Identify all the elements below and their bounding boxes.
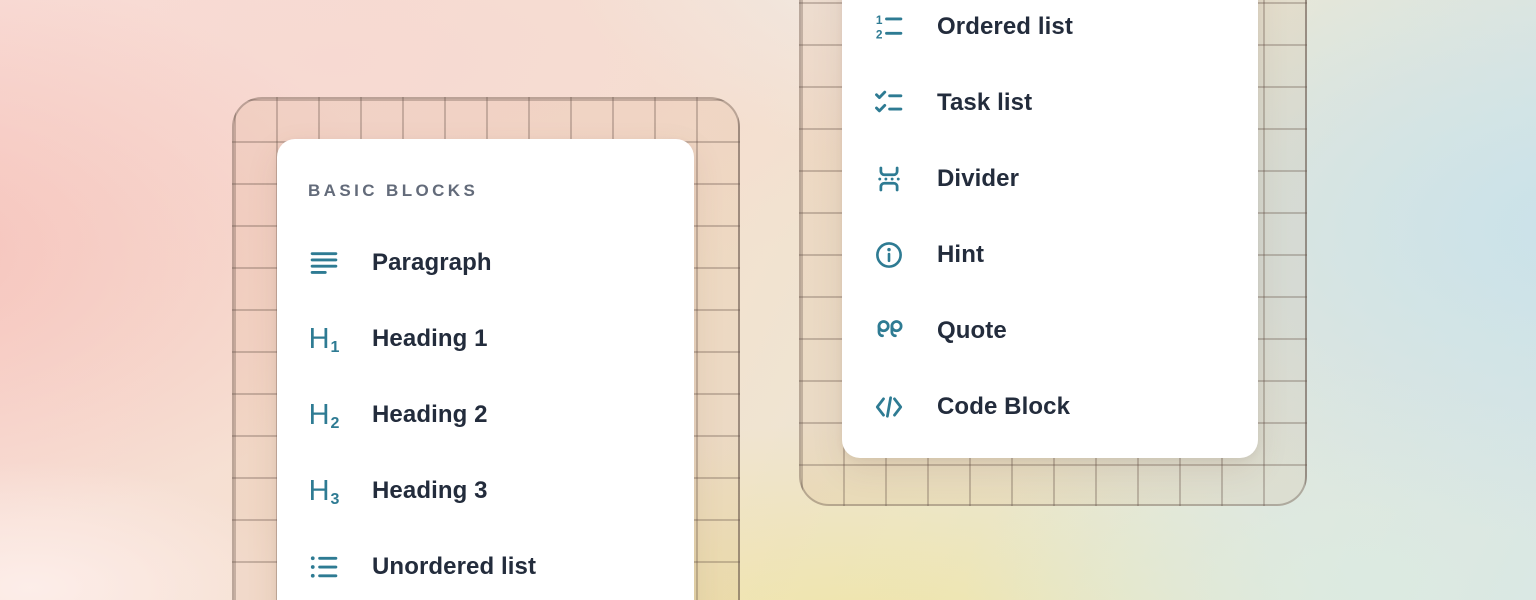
menu-item-label: Paragraph [372, 249, 492, 277]
ordered-list-icon: 1 2 [873, 10, 905, 44]
section-label: BASIC BLOCKS [308, 181, 694, 201]
menu-item-ordered-list[interactable]: 1 2 Ordered list [842, 0, 1258, 65]
menu-item-paragraph[interactable]: Paragraph [277, 225, 694, 301]
menu-item-label: Ordered list [937, 13, 1073, 41]
menu-item-hint[interactable]: Hint [842, 217, 1258, 293]
menu-item-quote[interactable]: Quote [842, 293, 1258, 369]
hero-background: BASIC BLOCKS Paragraph H1 Heading 1 H2 [0, 0, 1536, 600]
menu-item-label: Task list [937, 89, 1032, 117]
blocks-menu-card-right: 1 2 Ordered list Task list [842, 0, 1258, 458]
heading-3-icon: H3 [308, 474, 340, 508]
svg-text:2: 2 [876, 27, 883, 41]
menu-item-label: Heading 3 [372, 477, 488, 505]
quote-icon [873, 314, 905, 348]
paragraph-icon [308, 246, 340, 280]
menu-item-task-list[interactable]: Task list [842, 65, 1258, 141]
menu-rows-left: Paragraph H1 Heading 1 H2 Heading 2 H3 H… [277, 225, 694, 600]
menu-item-label: Heading 2 [372, 401, 488, 429]
menu-item-heading-2[interactable]: H2 Heading 2 [277, 377, 694, 453]
menu-item-heading-1[interactable]: H1 Heading 1 [277, 301, 694, 377]
unordered-list-icon [308, 550, 340, 584]
svg-text:1: 1 [876, 13, 883, 27]
menu-item-label: Code Block [937, 393, 1070, 421]
menu-rows-right: 1 2 Ordered list Task list [842, 0, 1258, 445]
task-list-icon [873, 86, 905, 120]
menu-item-label: Divider [937, 165, 1019, 193]
menu-item-label: Hint [937, 241, 984, 269]
hint-icon [873, 238, 905, 272]
code-block-icon [873, 390, 905, 424]
menu-item-label: Heading 1 [372, 325, 488, 353]
basic-blocks-menu-card: BASIC BLOCKS Paragraph H1 Heading 1 H2 [277, 139, 694, 600]
menu-item-unordered-list[interactable]: Unordered list [277, 529, 694, 600]
divider-icon [873, 162, 905, 196]
menu-item-label: Unordered list [372, 553, 536, 581]
heading-1-icon: H1 [308, 322, 340, 356]
menu-item-heading-3[interactable]: H3 Heading 3 [277, 453, 694, 529]
menu-item-label: Quote [937, 317, 1007, 345]
heading-2-icon: H2 [308, 398, 340, 432]
menu-item-code-block[interactable]: Code Block [842, 369, 1258, 445]
menu-item-divider[interactable]: Divider [842, 141, 1258, 217]
